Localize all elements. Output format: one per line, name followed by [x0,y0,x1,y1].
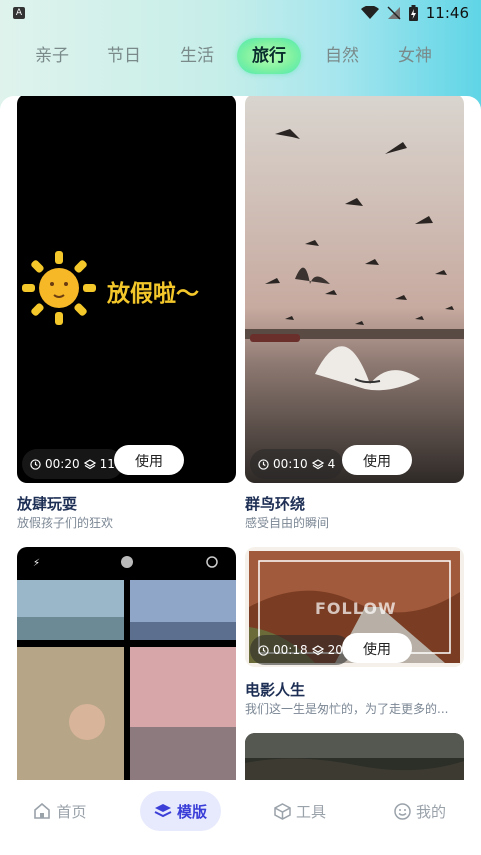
template-card[interactable]: 放假啦～ 00:20 11 使用 [17,96,236,483]
card-title: 电影人生 [245,681,306,699]
seagull-photo [245,96,464,483]
layers-icon [311,458,324,469]
nav-label: 模版 [176,802,207,821]
nav-home[interactable]: 首页 [20,791,100,831]
wifi-icon [360,6,379,19]
use-button[interactable]: 使用 [342,633,412,663]
layers-icon [83,458,96,469]
clock-icon [258,458,269,470]
home-icon [34,803,51,819]
nav-label: 我的 [415,802,446,821]
clock-icon [30,458,41,470]
duration: 00:18 [273,643,308,657]
use-button[interactable]: 使用 [114,445,184,475]
cube-icon [274,802,291,820]
layers-icon [311,644,324,655]
tab-shenghuo[interactable]: 生活 [169,38,225,74]
template-grid: 放假啦～ 00:20 11 使用 放肆玩耍 放假孩子们的狂欢 00:10 4 使… [0,96,481,796]
clock-icon [258,644,269,656]
meta-pill: 00:20 11 [22,449,123,479]
layer-count: 4 [327,457,336,471]
nav-templates[interactable]: 模版 [140,791,221,831]
tab-nvshen[interactable]: 女神 [387,38,443,74]
layer-count: 11 [99,457,115,471]
duration: 00:20 [45,457,80,471]
nav-label: 首页 [56,802,87,821]
card-title: 群鸟环绕 [245,495,306,513]
clock: 11:46 [425,4,469,22]
app-badge-icon: A [13,7,25,19]
svg-text:⚡: ⚡ [33,558,40,569]
tab-lvxing[interactable]: 旅行 [237,38,301,74]
template-card[interactable]: 00:10 4 使用 [245,96,464,483]
category-tabs: 亲子 节日 生活 旅行 自然 女神 [0,38,481,74]
bottom-nav: 首页 模版 工具 我的 [0,780,481,855]
no-signal-icon [387,6,401,20]
overlay-caption: 放假啦～ [107,280,199,307]
duration: 00:10 [273,457,308,471]
card-subtitle: 我们这一生是匆忙的，为了走更多的... [245,702,449,716]
template-card[interactable]: FOLLOW 00:18 20 使用 [245,547,464,667]
nav-tools[interactable]: 工具 [260,791,340,831]
tab-jieri[interactable]: 节日 [96,38,152,74]
photo-collage: ⚡ [17,556,236,796]
card-subtitle: 放假孩子们的狂欢 [17,516,114,530]
battery-icon [408,5,418,21]
nav-mine[interactable]: 我的 [380,791,460,831]
template-card[interactable]: ⚡ [17,547,236,796]
meta-pill: 00:10 4 [250,449,344,479]
tab-qinzi[interactable]: 亲子 [24,38,80,74]
layers-icon [154,804,172,818]
meta-pill: 00:18 20 [250,635,351,665]
nav-label: 工具 [295,802,326,821]
tab-ziran[interactable]: 自然 [314,38,370,74]
layer-count: 20 [327,643,343,657]
use-button[interactable]: 使用 [342,445,412,475]
status-bar: A 11:46 [0,0,481,28]
smile-icon [394,802,411,820]
card-subtitle: 感受自由的瞬间 [245,516,330,530]
overlay-caption: FOLLOW [315,599,397,618]
card-title: 放肆玩耍 [17,495,78,513]
